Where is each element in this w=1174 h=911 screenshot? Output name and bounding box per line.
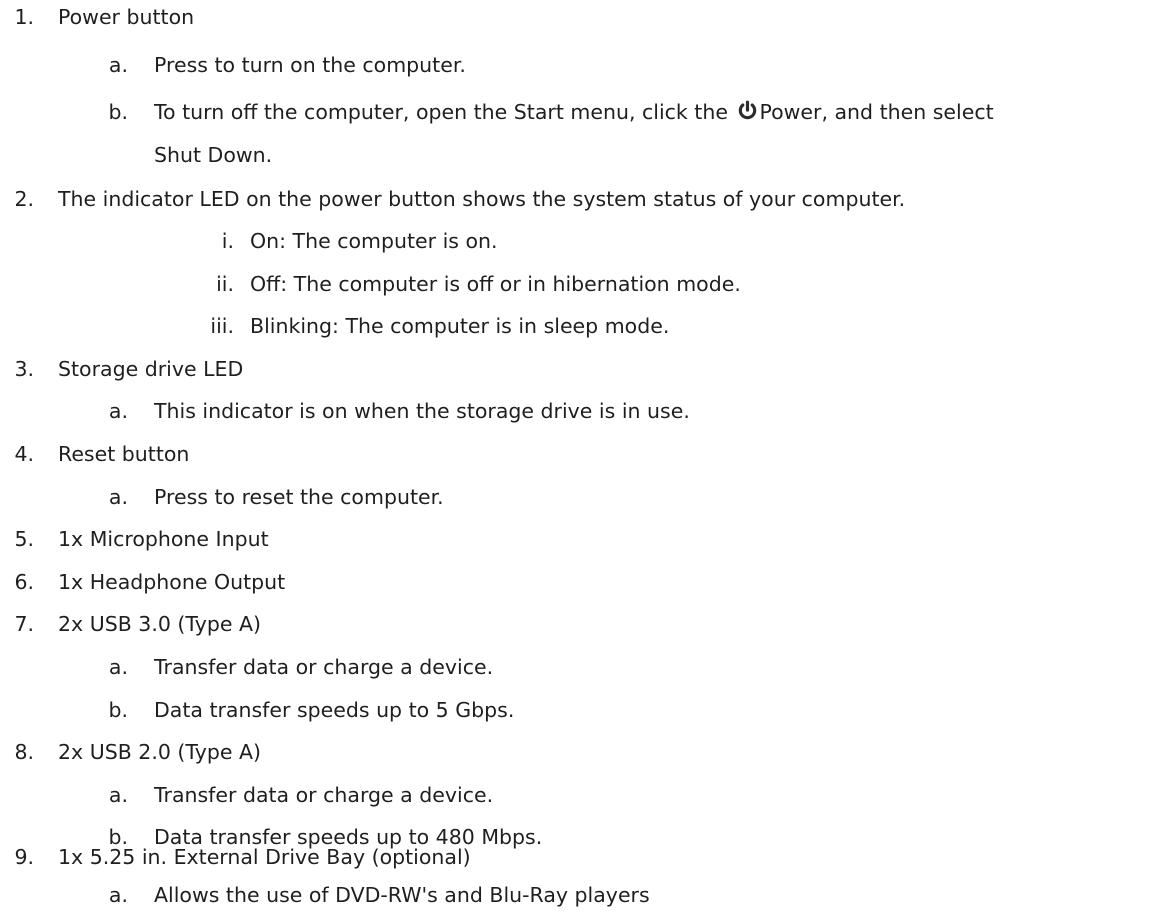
sub-list-item-text: Blinking: The computer is in sleep mode. xyxy=(250,314,670,338)
sub-list-marker: a. xyxy=(108,883,128,907)
list-marker: 9. xyxy=(14,845,34,869)
list-marker: 5. xyxy=(14,527,34,551)
sub-list-marker: a. xyxy=(108,485,128,509)
list-item-text: Reset button xyxy=(58,442,190,466)
sub-list-marker: a. xyxy=(108,53,128,77)
sub-list-item-text: Transfer data or charge a device. xyxy=(154,655,494,679)
sub-list-item-text-before: To turn off the computer, open the Start… xyxy=(154,100,735,124)
list-item-text: Storage drive LED xyxy=(58,357,244,381)
sub-list-item-text: Data transfer speeds up to 5 Gbps. xyxy=(154,698,515,722)
list-marker: 7. xyxy=(14,612,34,636)
sub-list-item-text-after: Power, and then select xyxy=(759,100,994,124)
list-item-text: 2x USB 3.0 (Type A) xyxy=(58,612,262,636)
list-item-text: 1x Headphone Output xyxy=(58,570,286,594)
sub-list-marker: i. xyxy=(221,229,234,253)
list-item-text: Power button xyxy=(58,5,195,29)
sub-list-item-text: Press to turn on the computer. xyxy=(154,53,466,77)
sub-list-marker: ii. xyxy=(216,272,234,296)
sub-list-marker: b. xyxy=(108,100,128,124)
sub-list-item-text: Press to reset the computer. xyxy=(154,485,444,509)
list-marker: 1. xyxy=(14,5,34,29)
power-icon xyxy=(739,100,757,120)
list-item-text: The indicator LED on the power button sh… xyxy=(58,187,906,211)
sub-list-item-text: Off: The computer is off or in hibernati… xyxy=(250,272,741,296)
sub-list-item-text: Shut Down. xyxy=(154,143,273,167)
sub-list-marker: b. xyxy=(108,698,128,722)
list-marker: 3. xyxy=(14,357,34,381)
sub-list-item-text: This indicator is on when the storage dr… xyxy=(154,399,690,423)
list-item-text: 1x Microphone Input xyxy=(58,527,269,551)
sub-list-item-text: To turn off the computer, open the Start… xyxy=(154,99,994,125)
sub-list-item-text: Transfer data or charge a device. xyxy=(154,783,494,807)
document-page: 1. Power button a. Press to turn on the … xyxy=(0,0,1174,911)
list-item-text: 1x 5.25 in. External Drive Bay (optional… xyxy=(58,845,471,869)
list-item-text: 2x USB 2.0 (Type A) xyxy=(58,740,262,764)
sub-list-marker: a. xyxy=(108,399,128,423)
sub-list-item-text: Allows the use of DVD-RW's and Blu-Ray p… xyxy=(154,883,650,907)
sub-list-marker: a. xyxy=(108,655,128,679)
list-marker: 2. xyxy=(14,187,34,211)
list-marker: 4. xyxy=(14,442,34,466)
sub-list-marker: a. xyxy=(108,783,128,807)
sub-list-marker: iii. xyxy=(210,314,234,338)
sub-list-item-text: On: The computer is on. xyxy=(250,229,498,253)
list-marker: 8. xyxy=(14,740,34,764)
list-marker: 6. xyxy=(14,570,34,594)
